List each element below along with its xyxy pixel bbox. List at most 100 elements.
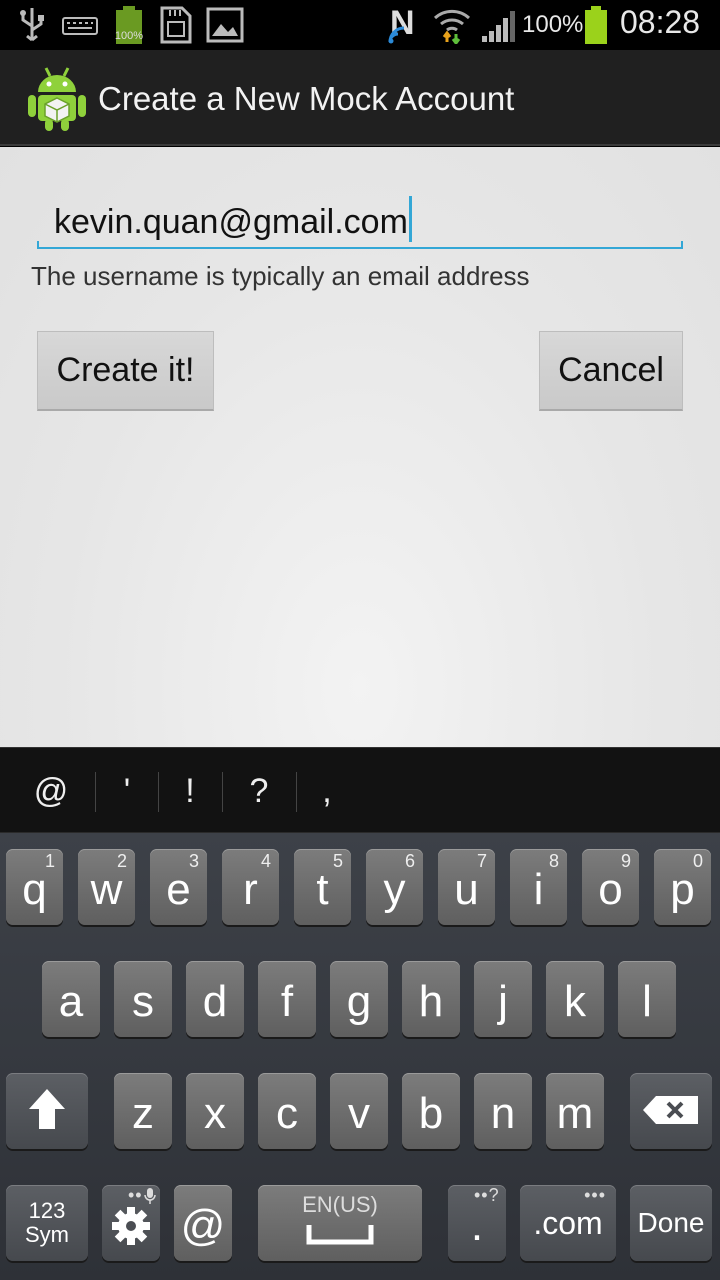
battery-small-icon: 100% [114, 6, 144, 44]
battery-percent: 100% [522, 11, 584, 38]
suggestion-apostrophe[interactable]: ' [97, 772, 157, 811]
key-char: f [280, 977, 294, 1026]
key-n[interactable]: n [474, 1073, 532, 1149]
key-k[interactable]: k [546, 961, 604, 1037]
android-app-icon [28, 67, 86, 131]
key-p[interactable]: 0p [654, 849, 711, 925]
create-button[interactable]: Create it! [37, 331, 214, 411]
username-hint: The username is typically an email addre… [31, 261, 530, 291]
key-i[interactable]: 8i [510, 849, 567, 925]
divider [95, 772, 96, 812]
space-key[interactable]: EN(US) [258, 1185, 422, 1261]
at-key[interactable]: @ [174, 1185, 232, 1261]
key-e[interactable]: 3e [150, 849, 207, 925]
key-char: y [383, 865, 406, 914]
key-char: g [346, 977, 372, 1026]
key-char: d [202, 977, 228, 1026]
symbol-suggestion-bar: @ ' ! ? , [0, 747, 720, 833]
key-char: c [276, 1089, 298, 1138]
key-char: m [556, 1089, 594, 1138]
key-char: Done [637, 1207, 705, 1238]
key-char: h [418, 977, 444, 1026]
key-char: . [470, 1201, 484, 1250]
key-c[interactable]: c [258, 1073, 316, 1149]
gallery-icon [206, 7, 244, 43]
key-char: q [22, 865, 47, 914]
suggestion-comma[interactable]: , [297, 772, 357, 811]
gear-icon [112, 1207, 150, 1245]
key-char: i [533, 865, 544, 914]
shift-key[interactable] [6, 1073, 88, 1149]
key-q[interactable]: 1q [6, 849, 63, 925]
keyboard-icon [62, 17, 98, 35]
key-char: a [58, 977, 84, 1026]
key-l[interactable]: l [618, 961, 676, 1037]
page-title: Create a New Mock Account [98, 80, 515, 117]
key-h[interactable]: h [402, 961, 460, 1037]
key-char: @ [180, 1201, 226, 1250]
period-key[interactable]: ••? . [448, 1185, 506, 1261]
signal-icon [482, 11, 515, 42]
key-b[interactable]: b [402, 1073, 460, 1149]
done-key[interactable]: Done [630, 1185, 712, 1261]
space-icon [306, 1225, 374, 1245]
key-char: j [498, 977, 508, 1026]
sd-card-icon [160, 6, 192, 44]
key-o[interactable]: 9o [582, 849, 639, 925]
key-char: s [132, 977, 154, 1026]
battery-small-pct: 100% [114, 30, 144, 42]
key-char: p [670, 865, 695, 914]
symbols-label-top: 123 [28, 1198, 66, 1223]
key-v[interactable]: v [330, 1073, 388, 1149]
shift-arrow-icon [29, 1089, 65, 1129]
action-bar: Create a New Mock Account [0, 50, 720, 146]
key-r[interactable]: 4r [222, 849, 279, 925]
username-input[interactable]: kevin.quan@gmail.com [54, 196, 412, 242]
divider [222, 772, 223, 812]
key-char: x [204, 1089, 226, 1138]
settings-key[interactable]: •• [102, 1185, 160, 1261]
key-u[interactable]: 7u [438, 849, 495, 925]
more-dots: ••• [584, 1185, 606, 1205]
key-char: k [564, 977, 586, 1026]
key-char: w [90, 865, 123, 914]
key-x[interactable]: x [186, 1073, 244, 1149]
cancel-button[interactable]: Cancel [539, 331, 683, 411]
key-s[interactable]: s [114, 961, 172, 1037]
key-d[interactable]: d [186, 961, 244, 1037]
key-char: b [418, 1089, 444, 1138]
key-char: u [454, 865, 479, 914]
key-a[interactable]: a [42, 961, 100, 1037]
key-m[interactable]: m [546, 1073, 604, 1149]
key-w[interactable]: 2w [78, 849, 135, 925]
key-char: v [348, 1089, 370, 1138]
key-t[interactable]: 5t [294, 849, 351, 925]
status-bar: 100% N 100% 08:28 [0, 0, 720, 50]
key-char: l [642, 977, 652, 1026]
key-char: o [598, 865, 623, 914]
clock: 08:28 [620, 4, 701, 40]
wifi-icon [433, 9, 471, 44]
key-char: .com [533, 1205, 603, 1241]
suggestion-at[interactable]: @ [21, 772, 81, 811]
username-field[interactable]: kevin.quan@gmail.com [37, 187, 683, 249]
key-j[interactable]: j [474, 961, 532, 1037]
nfc-icon: N [388, 4, 415, 44]
symbols-key[interactable]: 123 Sym [6, 1185, 88, 1261]
key-z[interactable]: z [114, 1073, 172, 1149]
field-underline [37, 241, 683, 249]
key-y[interactable]: 6y [366, 849, 423, 925]
more-dots: •• [128, 1185, 143, 1205]
backspace-key[interactable] [630, 1073, 712, 1149]
suggestion-question[interactable]: ? [229, 772, 289, 811]
key-char: r [243, 865, 258, 914]
symbols-label-bottom: Sym [25, 1222, 69, 1247]
key-char: e [166, 865, 191, 914]
dotcom-key[interactable]: ••• .com [520, 1185, 616, 1261]
usb-icon [20, 8, 44, 42]
key-g[interactable]: g [330, 961, 388, 1037]
suggestion-exclamation[interactable]: ! [160, 772, 220, 811]
key-f[interactable]: f [258, 961, 316, 1037]
soft-keyboard: @ ' ! ? , 1q 2w 3e 4r 5t 6y 7u 8i 9o 0p … [0, 747, 720, 1280]
microphone-icon [144, 1188, 156, 1204]
